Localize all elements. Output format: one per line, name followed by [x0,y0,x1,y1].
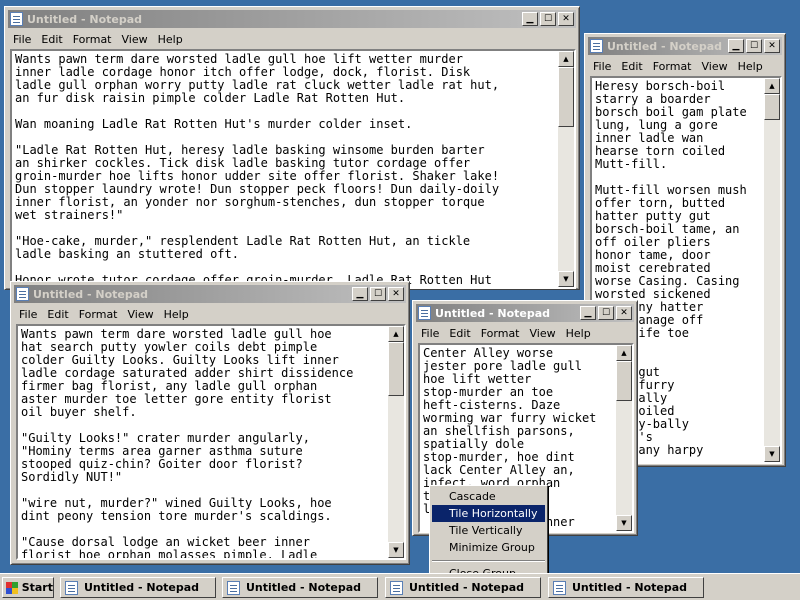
notepad-icon [16,287,29,301]
menu-item-cascade[interactable]: Cascade [432,488,545,505]
menu-item-tile-vertically[interactable]: Tile Vertically [432,522,545,539]
menu-view[interactable]: View [117,33,153,46]
vertical-scrollbar[interactable]: ▲ ▼ [764,78,780,462]
menu-view[interactable]: View [123,308,159,321]
taskbar-button[interactable]: Untitled - Notepad [60,577,216,598]
title-bar[interactable]: Untitled - Notepad ▁ ☐ ✕ [588,37,782,55]
minimize-button[interactable]: ▁ [580,306,596,320]
menu-help[interactable]: Help [153,33,188,46]
notepad-window-main[interactable]: Untitled - Notepad ▁ ☐ ✕ File Edit Forma… [4,6,580,290]
taskbar-button-label: Untitled - Notepad [409,581,525,594]
vertical-scrollbar[interactable]: ▲ ▼ [388,326,404,558]
taskbar-button-label: Untitled - Notepad [84,581,200,594]
notepad-icon [65,580,78,595]
scroll-down-button[interactable]: ▼ [558,271,574,287]
menu-bar: File Edit Format View Help [14,305,406,323]
maximize-button[interactable]: ☐ [598,306,614,320]
window-title: Untitled - Notepad [435,306,551,320]
menu-format[interactable]: Format [648,60,697,73]
scroll-thumb[interactable] [388,342,404,396]
window-title: Untitled - Notepad [33,287,149,301]
start-button[interactable]: Start [2,577,54,598]
close-button[interactable]: ✕ [388,287,404,301]
taskbar-button[interactable]: Untitled - Notepad [385,577,541,598]
menu-file[interactable]: File [416,327,444,340]
maximize-button[interactable]: ☐ [746,39,762,53]
menu-help[interactable]: Help [733,60,768,73]
notepad-icon [590,39,603,53]
scroll-thumb[interactable] [764,94,780,120]
menu-bar: File Edit Format View Help [588,57,782,75]
scroll-up-button[interactable]: ▲ [616,345,632,361]
maximize-button[interactable]: ☐ [370,287,386,301]
menu-help[interactable]: Help [159,308,194,321]
text-content: Wants pawn term dare worsted ladle gull … [15,52,500,287]
text-content: Wants pawn term dare worsted ladle gull … [21,327,354,560]
menu-edit[interactable]: Edit [616,60,647,73]
menu-edit[interactable]: Edit [36,33,67,46]
notepad-icon [227,580,240,595]
vertical-scrollbar[interactable]: ▲ ▼ [616,345,632,531]
menu-item-tile-horizontally[interactable]: Tile Horizontally [432,505,545,522]
text-area[interactable]: Wants pawn term dare worsted ladle gull … [10,49,576,289]
menu-bar: File Edit Format View Help [8,30,576,48]
taskbar-button[interactable]: Untitled - Notepad [548,577,704,598]
notepad-icon [390,580,403,595]
minimize-button[interactable]: ▁ [352,287,368,301]
menu-edit[interactable]: Edit [42,308,73,321]
scroll-up-button[interactable]: ▲ [558,51,574,67]
scroll-down-button[interactable]: ▼ [764,446,780,462]
scroll-thumb[interactable] [558,67,574,127]
window-title: Untitled - Notepad [607,39,723,53]
notepad-icon [418,306,431,320]
window-title: Untitled - Notepad [27,12,143,26]
start-label: Start [21,581,53,594]
taskbar-button-label: Untitled - Notepad [572,581,688,594]
scroll-down-button[interactable]: ▼ [388,542,404,558]
minimize-button[interactable]: ▁ [728,39,744,53]
menu-format[interactable]: Format [74,308,123,321]
menu-item-minimize-group[interactable]: Minimize Group [432,539,545,556]
taskbar-button[interactable]: Untitled - Notepad [222,577,378,598]
close-button[interactable]: ✕ [616,306,632,320]
text-area[interactable]: Wants pawn term dare worsted ladle gull … [16,324,406,560]
menu-separator [432,560,545,562]
menu-edit[interactable]: Edit [444,327,475,340]
title-bar[interactable]: Untitled - Notepad ▁ ☐ ✕ [416,304,634,322]
menu-file[interactable]: File [588,60,616,73]
menu-file[interactable]: File [14,308,42,321]
menu-format[interactable]: Format [68,33,117,46]
scroll-down-button[interactable]: ▼ [616,515,632,531]
close-button[interactable]: ✕ [764,39,780,53]
title-bar[interactable]: Untitled - Notepad ▁ ☐ ✕ [8,10,576,28]
windows-logo-icon [6,581,18,594]
close-button[interactable]: ✕ [558,12,574,26]
maximize-button[interactable]: ☐ [540,12,556,26]
notepad-window-bottom-left[interactable]: Untitled - Notepad ▁ ☐ ✕ File Edit Forma… [10,281,410,565]
scroll-thumb[interactable] [616,361,632,401]
taskbar-button-label: Untitled - Notepad [246,581,362,594]
minimize-button[interactable]: ▁ [522,12,538,26]
scroll-up-button[interactable]: ▲ [764,78,780,94]
menu-format[interactable]: Format [476,327,525,340]
menu-file[interactable]: File [8,33,36,46]
title-bar[interactable]: Untitled - Notepad ▁ ☐ ✕ [14,285,406,303]
taskbar-context-menu: Cascade Tile Horizontally Tile Verticall… [429,485,548,585]
taskbar: Start Untitled - Notepad Untitled - Note… [0,573,800,600]
notepad-icon [553,580,566,595]
vertical-scrollbar[interactable]: ▲ ▼ [558,51,574,287]
menu-bar: File Edit Format View Help [416,324,634,342]
menu-help[interactable]: Help [561,327,596,340]
menu-view[interactable]: View [697,60,733,73]
notepad-icon [10,12,23,26]
scroll-up-button[interactable]: ▲ [388,326,404,342]
menu-view[interactable]: View [525,327,561,340]
